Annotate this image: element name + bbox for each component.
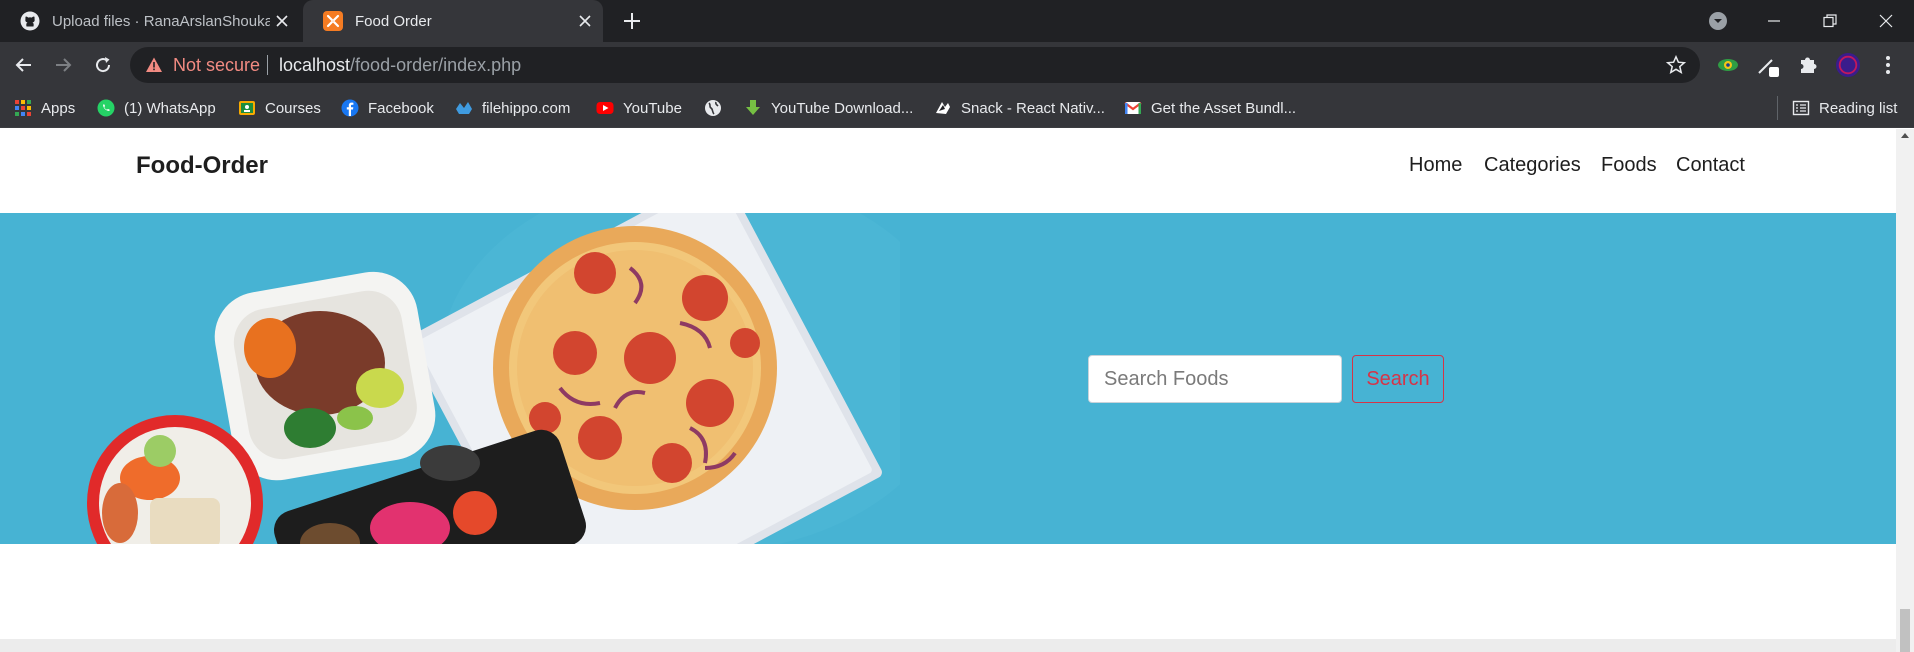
bookmark-label: Apps <box>41 99 76 117</box>
bookmark-snack[interactable]: Snack - React Nativ... <box>934 88 1105 128</box>
whatsapp-icon <box>97 99 115 117</box>
nav-link-contact[interactable]: Contact <box>1676 154 1745 177</box>
reload-icon[interactable] <box>89 51 117 79</box>
bookmark-filehippo[interactable]: filehippo.com <box>455 88 570 128</box>
food-photo <box>87 213 900 544</box>
courses-icon <box>239 101 255 115</box>
bookmark-label: Courses <box>265 99 321 117</box>
back-icon[interactable] <box>10 51 38 79</box>
bookmark-label: filehippo.com <box>482 99 571 117</box>
tab-upload-files[interactable]: Upload files · RanaArslanShoukat <box>0 0 300 42</box>
search-button[interactable]: Search <box>1352 355 1444 403</box>
browser-toolbar: Not secure localhost/food-order/index.ph… <box>0 42 1914 88</box>
scrollbar-thumb[interactable] <box>1900 609 1910 652</box>
facebook-icon <box>341 99 359 117</box>
bookmark-facebook[interactable]: Facebook <box>341 88 434 128</box>
gmail-icon <box>1124 102 1142 114</box>
snack-icon <box>936 102 950 114</box>
bookmark-label: YouTube Download... <box>771 99 914 117</box>
new-tab-icon[interactable] <box>620 9 644 33</box>
reading-list-button[interactable]: Reading list <box>1792 88 1897 128</box>
page-scrollbar[interactable] <box>1896 129 1914 652</box>
filehippo-icon <box>456 102 472 114</box>
url-text[interactable]: localhost/food-order/index.php <box>279 55 521 76</box>
tab-title: Food Order <box>355 12 432 30</box>
profile-avatar-icon[interactable] <box>1836 53 1860 77</box>
bookmark-label: Facebook <box>368 99 434 117</box>
tab-strip: Upload files · RanaArslanShoukat Food Or… <box>0 0 1914 42</box>
reading-list-icon <box>1792 100 1810 116</box>
bookmark-whatsapp[interactable]: (1) WhatsApp <box>97 88 216 128</box>
bookmark-youtube-download[interactable]: YouTube Download... <box>744 88 913 128</box>
extension-eye-icon[interactable] <box>1716 53 1740 77</box>
site-logo[interactable]: Food-Order <box>136 152 268 180</box>
close-window-icon[interactable] <box>1858 0 1914 42</box>
tab-search-icon[interactable] <box>1690 0 1746 42</box>
bookmark-courses[interactable]: Courses <box>238 88 321 128</box>
address-bar[interactable]: Not secure localhost/food-order/index.ph… <box>130 47 1700 83</box>
page-viewport: Food-Order Home Categories Foods Contact <box>0 129 1896 652</box>
address-divider <box>267 55 268 75</box>
globe-icon <box>705 100 721 116</box>
next-section-edge <box>0 639 1896 652</box>
warning-icon <box>146 57 162 72</box>
url-host: localhost <box>279 55 351 75</box>
extension-pen-icon[interactable] <box>1756 53 1780 77</box>
bookmark-globe[interactable] <box>704 88 731 128</box>
tab-title: Upload files · RanaArslanShoukat <box>52 12 270 30</box>
close-tab-icon[interactable] <box>573 9 597 33</box>
bookmark-label: Snack - React Nativ... <box>961 99 1105 117</box>
reading-list-label: Reading list <box>1819 99 1898 117</box>
bookmark-label: YouTube <box>623 99 682 117</box>
bookmark-label: (1) WhatsApp <box>124 99 216 117</box>
github-icon <box>20 11 40 31</box>
bookmark-youtube[interactable]: YouTube <box>596 88 682 128</box>
hero-banner: Search <box>0 213 1896 544</box>
youtube-icon <box>596 102 614 114</box>
url-path: /food-order/index.php <box>350 55 522 75</box>
xampp-icon <box>323 11 343 31</box>
apps-grid-icon <box>15 100 31 116</box>
minimize-icon[interactable] <box>1746 0 1802 42</box>
security-label[interactable]: Not secure <box>173 55 260 76</box>
bookmark-apps[interactable]: Apps <box>14 88 75 128</box>
bookmark-star-icon[interactable] <box>1666 55 1686 75</box>
scroll-up-arrow-icon[interactable] <box>1901 133 1909 138</box>
search-input[interactable] <box>1088 355 1342 403</box>
menu-kebab-icon[interactable] <box>1876 53 1900 77</box>
forward-icon[interactable] <box>49 51 77 79</box>
nav-link-home[interactable]: Home <box>1409 154 1462 177</box>
site-navbar: Food-Order Home Categories Foods Contact <box>0 129 1896 213</box>
restore-icon[interactable] <box>1802 0 1858 42</box>
bookmark-asset-bundle[interactable]: Get the Asset Bundl... <box>1124 88 1296 128</box>
bookmarks-divider <box>1777 96 1778 120</box>
download-icon <box>746 100 760 115</box>
tab-food-order[interactable]: Food Order <box>303 0 603 42</box>
nav-link-categories[interactable]: Categories <box>1484 154 1581 177</box>
nav-link-foods[interactable]: Foods <box>1601 154 1657 177</box>
bookmarks-bar: Apps (1) WhatsApp Courses Facebook fileh… <box>0 88 1914 128</box>
extensions-puzzle-icon[interactable] <box>1796 53 1820 77</box>
bookmark-label: Get the Asset Bundl... <box>1151 99 1297 117</box>
close-tab-icon[interactable] <box>270 9 294 33</box>
